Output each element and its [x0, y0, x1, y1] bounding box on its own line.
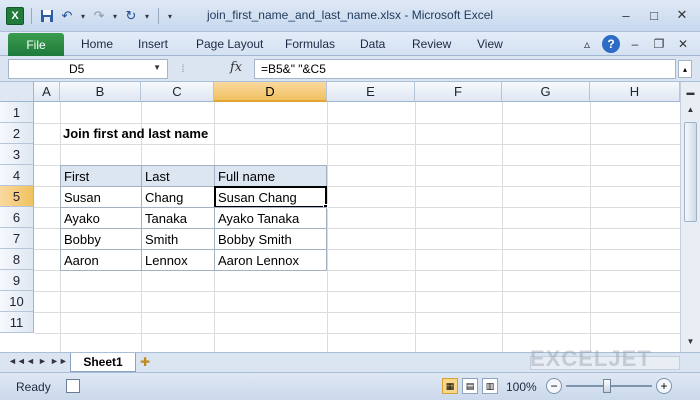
zoom-in-button[interactable]: +	[656, 378, 672, 394]
table-header-full-name[interactable]: Full name	[214, 165, 327, 187]
split-handle-icon[interactable]: ▬	[684, 85, 697, 99]
gridline	[34, 144, 680, 145]
row-header-7[interactable]: 7	[0, 228, 34, 249]
doc-minimize-button[interactable]: –	[626, 35, 644, 53]
row-header-10[interactable]: 10	[0, 291, 34, 312]
gridline	[327, 102, 328, 352]
next-sheet-icon[interactable]: ►	[38, 356, 47, 366]
formula-bar: D5 ▼ ⁞ fx =B5&" "&C5 ▴	[0, 56, 700, 82]
page-break-view-icon[interactable]: ▥	[482, 378, 498, 394]
tab-page-layout[interactable]: Page Layout	[196, 37, 263, 51]
gridline	[34, 312, 680, 313]
table-cell[interactable]: Ayako	[60, 207, 142, 229]
gridline	[34, 333, 680, 334]
column-header-f[interactable]: F	[415, 82, 502, 102]
normal-view-icon[interactable]: ▦	[442, 378, 458, 394]
column-header-g[interactable]: G	[502, 82, 590, 102]
column-header-e[interactable]: E	[327, 82, 415, 102]
chevron-down-icon[interactable]: ▼	[153, 63, 161, 72]
status-mode: Ready	[16, 380, 51, 394]
minimize-button[interactable]: –	[616, 6, 636, 24]
name-box-value: D5	[69, 62, 85, 76]
table-cell[interactable]: Aaron Lennox	[214, 249, 327, 271]
column-header-a[interactable]: A	[34, 82, 60, 102]
row-header-1[interactable]: 1	[0, 102, 34, 123]
doc-close-button[interactable]: ✕	[674, 35, 692, 53]
first-sheet-icon[interactable]: ◄◄	[8, 356, 26, 366]
column-header-b[interactable]: B	[60, 82, 141, 102]
title-bar: X ↶ ▾ ↷ ▾ ↻ ▾ ▾ join_first_name_and_last…	[0, 0, 700, 32]
row-header-8[interactable]: 8	[0, 249, 34, 270]
tab-formulas[interactable]: Formulas	[285, 37, 335, 51]
macro-record-icon[interactable]	[66, 379, 80, 393]
column-header-h[interactable]: H	[590, 82, 680, 102]
zoom-slider-thumb[interactable]	[603, 379, 611, 393]
column-header-c[interactable]: C	[141, 82, 214, 102]
table-cell[interactable]: Lennox	[141, 249, 215, 271]
tab-view[interactable]: View	[477, 37, 503, 51]
vertical-scrollbar[interactable]: ▬ ▲ ▼	[680, 82, 700, 352]
help-icon[interactable]: ?	[602, 35, 620, 53]
row-header-5[interactable]: 5	[0, 186, 34, 207]
window-title: join_first_name_and_last_name.xlsx - Mic…	[206, 8, 494, 22]
formula-bar-grip-icon: ⁞	[181, 63, 185, 75]
tab-data[interactable]: Data	[360, 37, 385, 51]
row-header-2[interactable]: 2	[0, 123, 34, 144]
scroll-down-icon[interactable]: ▼	[684, 334, 697, 348]
window-controls: – □ ✕	[616, 6, 692, 24]
gridline	[590, 102, 591, 352]
table-cell[interactable]: Bobby	[60, 228, 142, 250]
table-cell[interactable]: Chang	[141, 186, 215, 208]
row-header-9[interactable]: 9	[0, 270, 34, 291]
zoom-level[interactable]: 100%	[506, 380, 537, 394]
name-box[interactable]: D5 ▼	[8, 59, 168, 79]
table-header-last[interactable]: Last	[141, 165, 215, 187]
close-button[interactable]: ✕	[672, 6, 692, 24]
row-header-11[interactable]: 11	[0, 312, 34, 333]
insert-sheet-icon[interactable]: ✚	[140, 355, 150, 369]
maximize-button[interactable]: □	[644, 6, 664, 24]
status-bar: Ready ▦ ▤ ▥ 100% − +	[0, 372, 700, 400]
column-header-d[interactable]: D	[214, 82, 327, 102]
insert-function-icon[interactable]: fx	[230, 60, 242, 75]
ribbon-minimize-icon[interactable]: ▵	[578, 35, 596, 53]
table-header-first[interactable]: First	[60, 165, 142, 187]
table-cell[interactable]: Susan	[60, 186, 142, 208]
table-cell[interactable]: Tanaka	[141, 207, 215, 229]
gridline	[415, 102, 416, 352]
sheet-heading[interactable]: Join first and last name	[60, 123, 208, 144]
table-cell[interactable]: Ayako Tanaka	[214, 207, 327, 229]
doc-restore-button[interactable]: ❐	[650, 35, 668, 53]
last-sheet-icon[interactable]: ►►	[50, 356, 68, 366]
tab-home[interactable]: Home	[81, 37, 113, 51]
ribbon-controls: ▵ ? – ❐ ✕	[578, 35, 692, 53]
sheet-tab-sheet1[interactable]: Sheet1	[70, 353, 136, 372]
ribbon-tabs: File Home Insert Page Layout Formulas Da…	[0, 32, 700, 56]
table-cell[interactable]: Aaron	[60, 249, 142, 271]
page-layout-view-icon[interactable]: ▤	[462, 378, 478, 394]
tab-review[interactable]: Review	[412, 37, 451, 51]
exceljet-watermark: EXCELJET	[530, 346, 652, 371]
row-header-6[interactable]: 6	[0, 207, 34, 228]
formula-input[interactable]: =B5&" "&C5	[254, 59, 676, 79]
worksheet-grid[interactable]: A B C D E F G H 1 2 3 4 5 6 7 8 9 10 11 …	[0, 82, 680, 352]
scroll-up-icon[interactable]: ▲	[684, 102, 697, 116]
table-cell[interactable]: Smith	[141, 228, 215, 250]
select-all-corner[interactable]	[0, 82, 34, 102]
gridline	[502, 102, 503, 352]
prev-sheet-icon[interactable]: ◄	[26, 356, 35, 366]
row-header-4[interactable]: 4	[0, 165, 34, 186]
table-cell[interactable]: Bobby Smith	[214, 228, 327, 250]
tab-file[interactable]: File	[8, 33, 64, 56]
row-header-3[interactable]: 3	[0, 144, 34, 165]
scroll-thumb[interactable]	[684, 122, 697, 222]
zoom-out-button[interactable]: −	[546, 378, 562, 394]
tab-insert[interactable]: Insert	[138, 37, 168, 51]
gridline	[34, 291, 680, 292]
selected-cell[interactable]: Susan Chang	[214, 186, 327, 208]
expand-formula-bar-icon[interactable]: ▴	[678, 60, 692, 78]
